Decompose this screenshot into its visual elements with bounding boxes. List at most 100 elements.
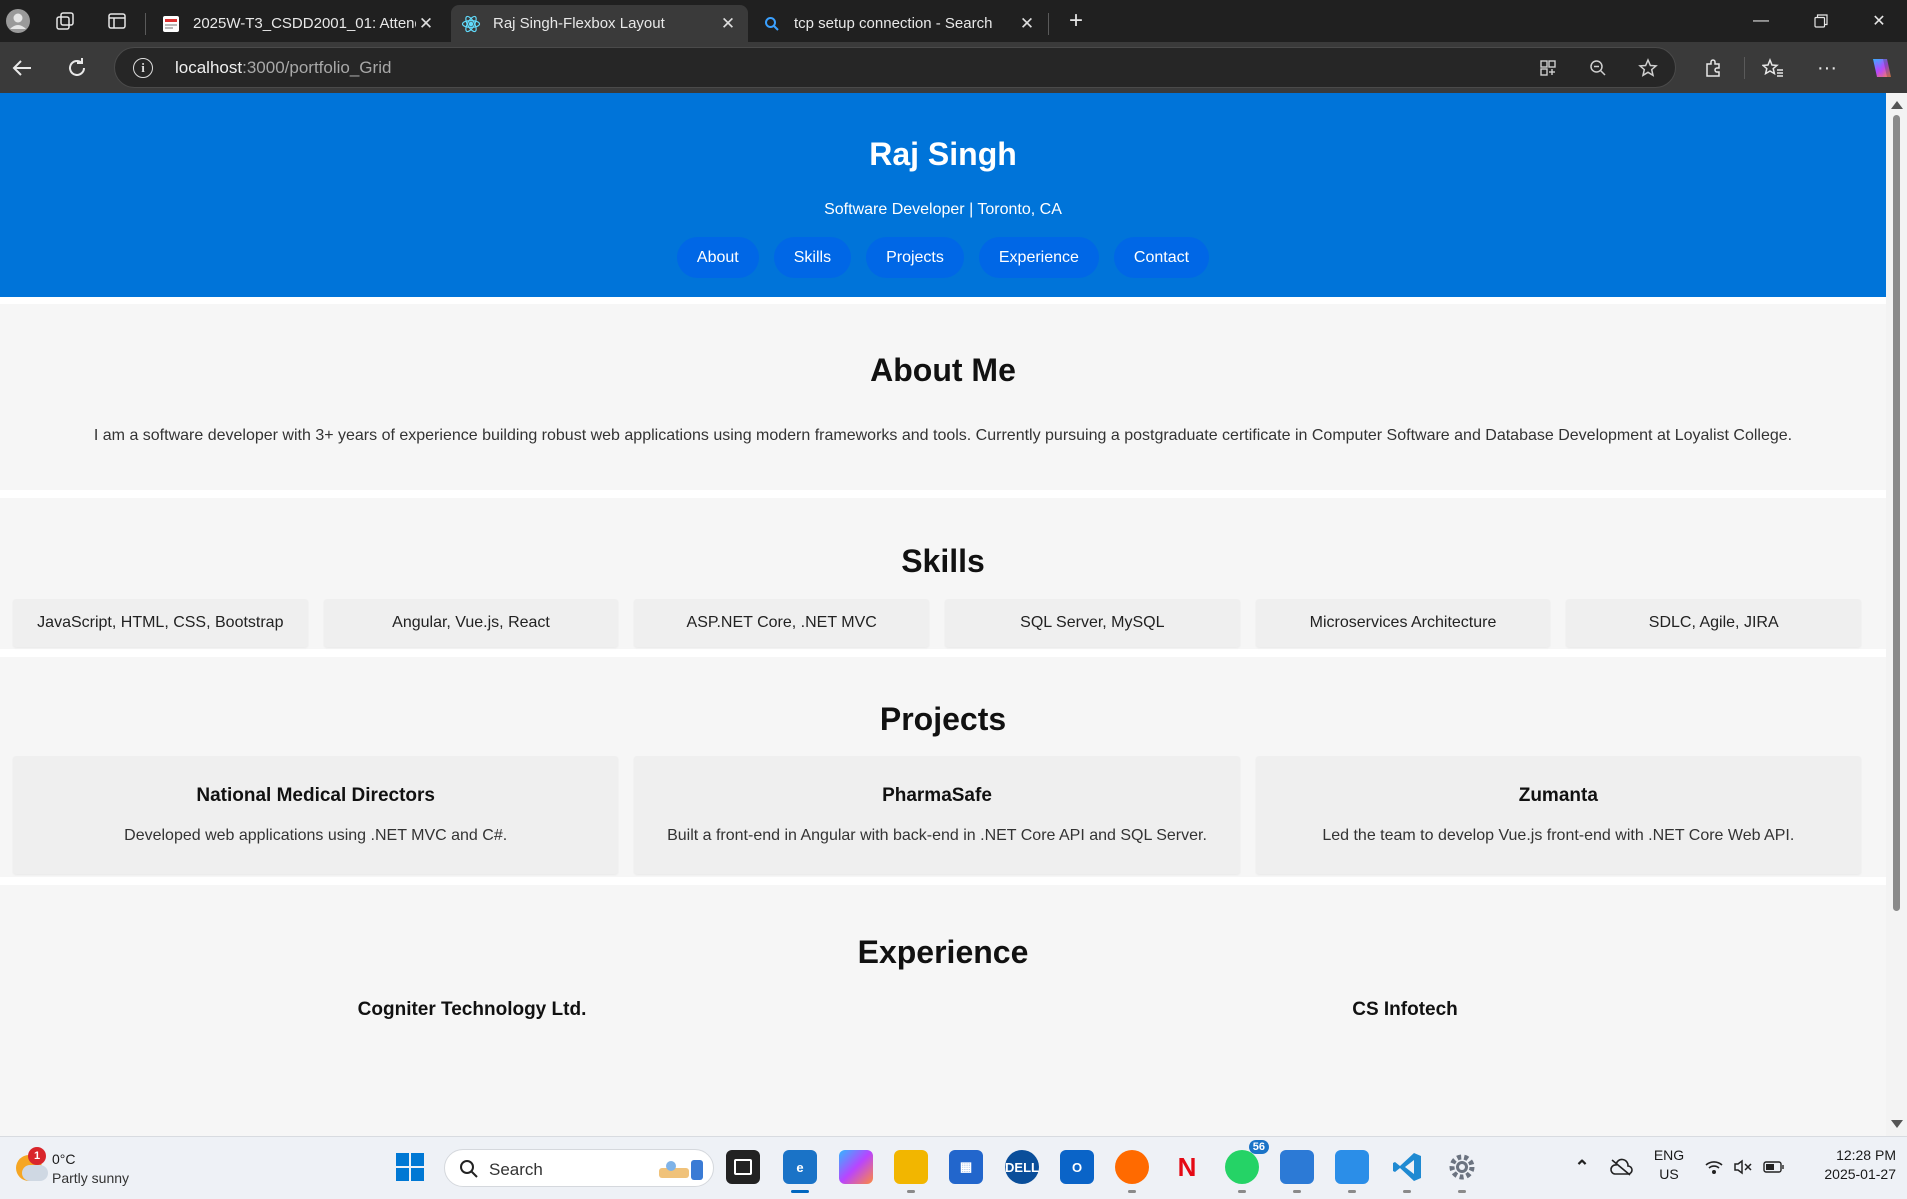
back-icon[interactable] bbox=[4, 50, 40, 86]
page-scrollbar[interactable] bbox=[1886, 93, 1907, 1136]
projects-section: Projects National Medical Directors Deve… bbox=[0, 657, 1886, 877]
tab-flexbox-layout[interactable]: Raj Singh-Flexbox Layout ✕ bbox=[451, 5, 748, 42]
scrollbar-thumb[interactable] bbox=[1893, 115, 1900, 911]
tab-search[interactable]: tcp setup connection - Search ✕ bbox=[752, 5, 1047, 42]
nav-experience[interactable]: Experience bbox=[978, 237, 1099, 278]
browser-toolbar: i localhost:3000/portfolio_Grid ··· bbox=[0, 42, 1907, 93]
notepad-icon[interactable] bbox=[1335, 1150, 1369, 1193]
main-nav: About Skills Projects Experience Contact bbox=[0, 237, 1886, 278]
browser-tab-strip: 2025W-T3_CSDD2001_01: Attend ✕ Raj Singh… bbox=[0, 0, 1907, 42]
address-bar[interactable]: i localhost:3000/portfolio_Grid bbox=[114, 47, 1676, 88]
url-text[interactable]: localhost:3000/portfolio_Grid bbox=[175, 58, 391, 78]
project-title: National Medical Directors bbox=[196, 785, 435, 806]
skills-section: Skills JavaScript, HTML, CSS, Bootstrap … bbox=[0, 498, 1886, 649]
skill-card: JavaScript, HTML, CSS, Bootstrap bbox=[13, 599, 308, 647]
skill-card: SDLC, Agile, JIRA bbox=[1566, 599, 1862, 647]
vscode-icon[interactable] bbox=[1390, 1150, 1424, 1193]
nav-contact[interactable]: Contact bbox=[1113, 237, 1210, 278]
tab-title: Raj Singh-Flexbox Layout bbox=[493, 15, 665, 32]
show-hidden-icons-chevron-icon[interactable]: ⌃ bbox=[1565, 1150, 1599, 1184]
favorites-icon[interactable] bbox=[1755, 50, 1791, 86]
close-tab-icon[interactable]: ✕ bbox=[1017, 14, 1037, 34]
tab-title: 2025W-T3_CSDD2001_01: Attend bbox=[193, 15, 416, 32]
skills-heading: Skills bbox=[901, 543, 985, 579]
weather-widget[interactable]: 1 0°C Partly sunny bbox=[12, 1147, 162, 1191]
apps-icon[interactable] bbox=[1535, 55, 1561, 81]
settings-gear-icon[interactable] bbox=[1445, 1150, 1479, 1193]
firefox-icon[interactable] bbox=[1115, 1150, 1149, 1193]
project-title: Zumanta bbox=[1518, 785, 1598, 806]
weather-temperature: 0°C bbox=[52, 1151, 76, 1167]
nav-skills[interactable]: Skills bbox=[773, 237, 852, 278]
skills-list: JavaScript, HTML, CSS, Bootstrap Angular… bbox=[13, 599, 1862, 647]
skill-card: ASP.NET Core, .NET MVC bbox=[634, 599, 930, 647]
page-subtitle: Software Developer | Toronto, CA bbox=[824, 201, 1062, 218]
site-info-icon[interactable]: i bbox=[133, 58, 153, 78]
region-indicator[interactable]: US bbox=[1651, 1166, 1687, 1182]
about-text: I am a software developer with 3+ years … bbox=[93, 427, 1793, 444]
edge-icon[interactable]: e bbox=[783, 1150, 817, 1193]
projects-list: National Medical Directors Developed web… bbox=[13, 756, 1861, 874]
skill-card: SQL Server, MySQL bbox=[945, 599, 1240, 647]
hero-header: Raj Singh Software Developer | Toronto, … bbox=[0, 93, 1886, 297]
close-tab-icon[interactable]: ✕ bbox=[718, 14, 738, 34]
dell-icon[interactable]: DELL bbox=[1005, 1150, 1039, 1184]
netflix-icon[interactable]: N bbox=[1170, 1150, 1204, 1184]
file-explorer-icon[interactable] bbox=[894, 1150, 928, 1193]
project-description: Developed web applications using .NET MV… bbox=[124, 827, 508, 844]
experience-heading: Experience bbox=[857, 934, 1029, 970]
clock-date[interactable]: 2025-01-27 bbox=[1800, 1166, 1896, 1182]
copilot-app-icon[interactable] bbox=[839, 1150, 873, 1184]
battery-icon[interactable] bbox=[1757, 1150, 1791, 1184]
vertical-tabs-icon[interactable] bbox=[101, 5, 133, 37]
react-icon bbox=[461, 14, 481, 34]
volume-muted-icon[interactable] bbox=[1726, 1150, 1760, 1184]
windows-taskbar: 1 0°C Partly sunny Search e ▦ DELL O N 5… bbox=[0, 1136, 1907, 1199]
new-tab-icon[interactable]: + bbox=[1060, 5, 1092, 37]
page-viewport: Raj Singh Software Developer | Toronto, … bbox=[0, 93, 1886, 1136]
scroll-up-icon[interactable] bbox=[1891, 101, 1903, 109]
weather-condition: Partly sunny bbox=[52, 1170, 130, 1186]
minimize-icon[interactable]: — bbox=[1733, 0, 1789, 42]
search-highlight-icon bbox=[659, 1160, 703, 1180]
whatsapp-icon[interactable]: 56 bbox=[1225, 1140, 1269, 1193]
photos-icon[interactable] bbox=[1280, 1150, 1314, 1193]
about-section: About Me I am a software developer with … bbox=[0, 304, 1886, 490]
projects-heading: Projects bbox=[879, 701, 1007, 737]
nav-about[interactable]: About bbox=[676, 237, 759, 278]
onedrive-offline-icon[interactable] bbox=[1604, 1150, 1638, 1184]
skill-card: Microservices Architecture bbox=[1255, 599, 1551, 647]
page-title: Raj Singh bbox=[869, 136, 1017, 172]
copilot-icon[interactable] bbox=[1862, 50, 1898, 86]
profile-avatar-icon[interactable] bbox=[2, 5, 34, 37]
outlook-icon[interactable]: O bbox=[1060, 1150, 1094, 1184]
notification-badge: 1 bbox=[28, 1147, 46, 1165]
search-icon bbox=[460, 1160, 478, 1178]
close-tab-icon[interactable]: ✕ bbox=[416, 14, 436, 34]
skill-card: Angular, Vue.js, React bbox=[323, 599, 619, 647]
tab-attendance[interactable]: 2025W-T3_CSDD2001_01: Attend ✕ bbox=[151, 5, 446, 42]
document-icon bbox=[161, 14, 181, 34]
language-indicator[interactable]: ENG bbox=[1651, 1147, 1687, 1163]
restore-icon[interactable] bbox=[1793, 0, 1849, 42]
task-view-icon[interactable] bbox=[726, 1150, 760, 1184]
nav-projects[interactable]: Projects bbox=[866, 237, 964, 278]
experience-company: Cogniter Technology Ltd. bbox=[357, 999, 587, 1020]
refresh-icon[interactable] bbox=[59, 50, 95, 86]
project-title: PharmaSafe bbox=[882, 785, 992, 806]
project-description: Led the team to develop Vue.js front-end… bbox=[1322, 827, 1795, 844]
zoom-out-icon[interactable] bbox=[1585, 55, 1611, 81]
windows-start-icon[interactable] bbox=[393, 1150, 427, 1184]
microsoft-store-icon[interactable]: ▦ bbox=[949, 1150, 983, 1184]
weather-cloud-icon bbox=[22, 1165, 48, 1181]
clock-time[interactable]: 12:28 PM bbox=[1800, 1147, 1896, 1163]
tab-title: tcp setup connection - Search bbox=[794, 15, 993, 32]
taskbar-search[interactable]: Search bbox=[444, 1149, 714, 1187]
close-window-icon[interactable]: ✕ bbox=[1851, 0, 1907, 42]
more-menu-icon[interactable]: ··· bbox=[1809, 50, 1845, 86]
project-card: National Medical Directors Developed web… bbox=[13, 756, 619, 874]
scroll-down-icon[interactable] bbox=[1891, 1120, 1903, 1128]
favorite-star-icon[interactable] bbox=[1635, 55, 1661, 81]
extensions-icon[interactable] bbox=[1695, 50, 1731, 86]
workspaces-icon[interactable] bbox=[49, 5, 81, 37]
